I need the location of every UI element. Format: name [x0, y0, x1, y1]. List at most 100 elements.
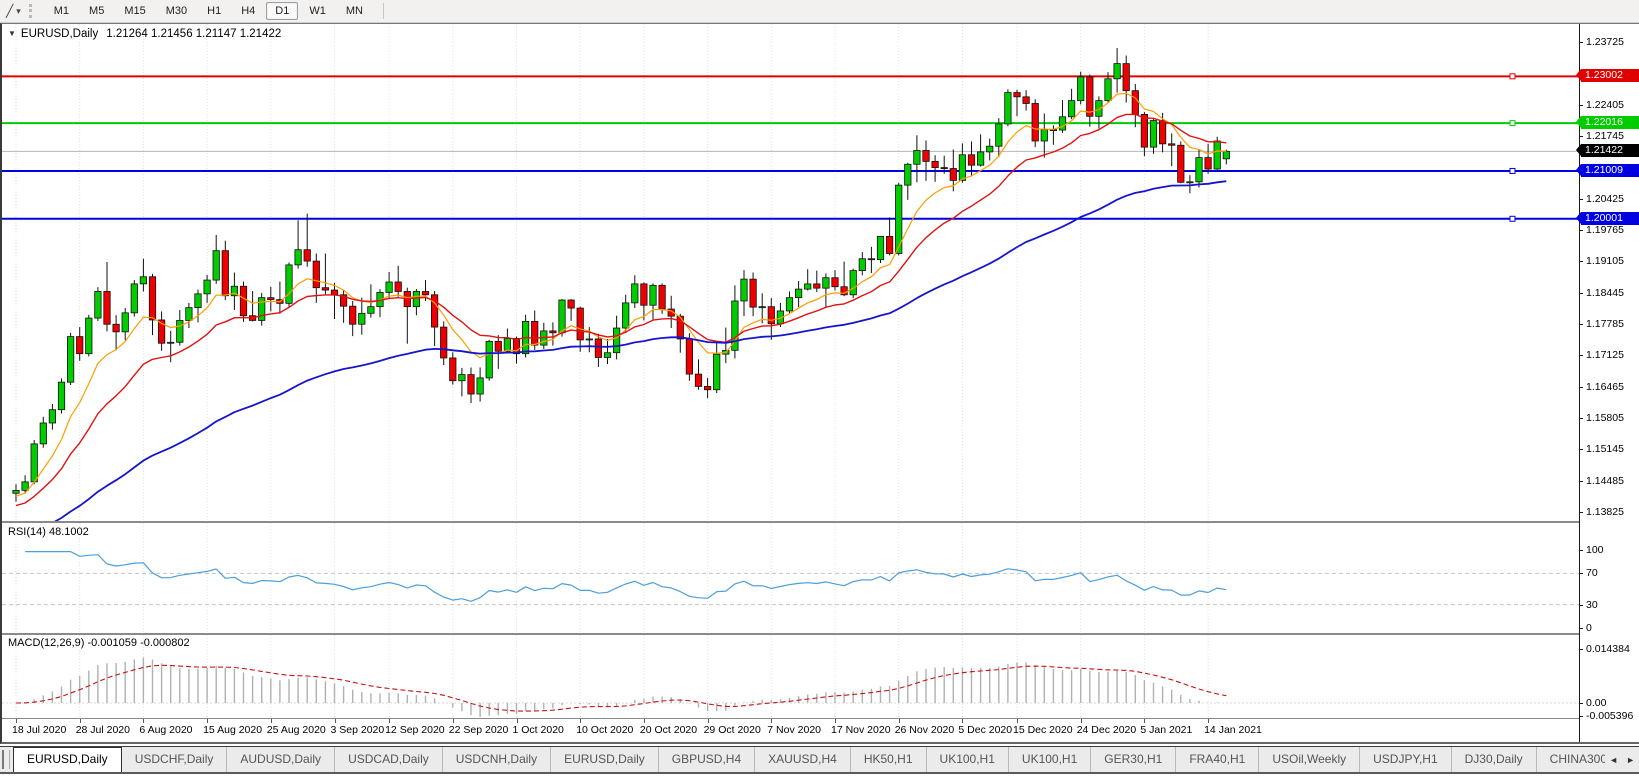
tab-eurusd-daily[interactable]: EURUSD,Daily — [551, 747, 659, 772]
tab-scroll-left-icon[interactable]: ◄ — [1605, 755, 1622, 765]
date-label: 1 Oct 2020 — [513, 724, 564, 736]
date-label: 5 Dec 2020 — [958, 724, 1012, 736]
price-tick — [1579, 355, 1583, 356]
price-tick — [1579, 42, 1583, 43]
tab-eurusd-daily[interactable]: EURUSD,Daily — [13, 747, 122, 772]
date-tick — [16, 719, 17, 723]
macd-indicator-label: MACD(12,26,9) -0.001059 -0.000802 — [8, 637, 190, 649]
date-label: 17 Nov 2020 — [831, 724, 891, 736]
price-tick-label: 1.15805 — [1586, 412, 1624, 424]
date-tick — [80, 719, 81, 723]
price-tick — [1579, 387, 1583, 388]
tab-uk100-h1[interactable]: UK100,H1 — [927, 747, 1009, 772]
rsi-tick-label: 30 — [1586, 599, 1598, 611]
tab-usdjpy-h1[interactable]: USDJPY,H1 — [1360, 747, 1451, 772]
date-label: 25 Aug 2020 — [267, 724, 326, 736]
metatrader-window: ╱ ▾ M1M5M15M30H1H4D1W1MN ▼EURUSD,Daily1.… — [0, 0, 1639, 780]
tab-usdcad-daily[interactable]: USDCAD,Daily — [335, 747, 443, 772]
tab-usdcnh-daily[interactable]: USDCNH,Daily — [443, 747, 551, 772]
date-label: 22 Sep 2020 — [449, 724, 509, 736]
tab-usdchf-daily[interactable]: USDCHF,Daily — [122, 747, 228, 772]
timeframe-M30[interactable]: M30 — [157, 2, 196, 20]
timeframe-M15[interactable]: M15 — [115, 2, 154, 20]
date-label: 14 Jan 2021 — [1204, 724, 1262, 736]
toolbar-separator — [383, 3, 384, 19]
date-tick — [1208, 719, 1209, 723]
chart-title: ▼EURUSD,Daily1.21264 1.21456 1.21147 1.2… — [8, 28, 281, 40]
tab-ger30-h1[interactable]: GER30,H1 — [1091, 747, 1176, 772]
tab-audusd-daily[interactable]: AUDUSD,Daily — [227, 747, 335, 772]
date-tick — [1017, 719, 1018, 723]
timeframe-M1[interactable]: M1 — [45, 2, 78, 20]
macd-panel[interactable] — [2, 635, 1579, 718]
price-tick-label: 1.17785 — [1586, 318, 1624, 330]
date-tick — [389, 719, 390, 723]
price-tick-label: 1.19765 — [1586, 224, 1624, 236]
toolbar-dropdown-icon[interactable]: ▾ — [16, 6, 21, 17]
symbol-tab-bar: EURUSD,DailyUSDCHF,DailyAUDUSD,DailyUSDC… — [0, 746, 1639, 774]
date-tick — [899, 719, 900, 723]
timeframe-W1[interactable]: W1 — [300, 2, 335, 20]
timeframe-H1[interactable]: H1 — [198, 2, 230, 20]
tab-gbpusd-h4[interactable]: GBPUSD,H4 — [659, 747, 755, 772]
rsi-indicator-label: RSI(14) 48.1002 — [8, 526, 89, 538]
timeframe-D1[interactable]: D1 — [266, 2, 298, 20]
date-label: 28 Jul 2020 — [76, 724, 130, 736]
date-label: 3 Sep 2020 — [331, 724, 385, 736]
price-tick-label: 1.21745 — [1586, 130, 1624, 142]
panel-resize-separator[interactable] — [2, 633, 1579, 635]
price-tick-label: 1.20425 — [1586, 193, 1624, 205]
price-tick — [1579, 293, 1583, 294]
date-tick — [453, 719, 454, 723]
date-tick — [708, 719, 709, 723]
price-tick-label: 1.17125 — [1586, 349, 1624, 361]
date-label: 15 Dec 2020 — [1013, 724, 1073, 736]
date-label: 5 Jan 2021 — [1140, 724, 1192, 736]
rsi-tick — [1579, 550, 1583, 551]
price-line-label: 1.23002 — [1581, 69, 1639, 82]
price-tick — [1579, 418, 1583, 419]
price-tick-label: 1.22405 — [1586, 99, 1624, 111]
tab-splitter[interactable] — [2, 750, 10, 769]
tab-xauusd-h4[interactable]: XAUUSD,H4 — [755, 747, 851, 772]
price-tick-label: 1.13825 — [1586, 506, 1624, 518]
rsi-tick-label: 70 — [1586, 567, 1598, 579]
price-tick — [1579, 105, 1583, 106]
macd-tick — [1579, 649, 1583, 650]
date-tick — [835, 719, 836, 723]
timeframe-MN[interactable]: MN — [337, 2, 372, 20]
date-tick — [771, 719, 772, 723]
macd-tick — [1579, 716, 1583, 717]
price-tick — [1579, 136, 1583, 137]
date-label: 12 Sep 2020 — [385, 724, 445, 736]
date-tick — [271, 719, 272, 723]
date-tick — [1081, 719, 1082, 723]
current-price-label: 1.21422 — [1581, 144, 1639, 157]
tab-dj30-daily[interactable]: DJ30,Daily — [1452, 747, 1537, 772]
tab-hk50-h1[interactable]: HK50,H1 — [851, 747, 927, 772]
tab-uk100-h1[interactable]: UK100,H1 — [1009, 747, 1091, 772]
price-tick — [1579, 481, 1583, 482]
rsi-panel[interactable] — [2, 523, 1579, 633]
date-label: 26 Nov 2020 — [895, 724, 955, 736]
timeframe-M5[interactable]: M5 — [80, 2, 113, 20]
date-label: 24 Dec 2020 — [1077, 724, 1137, 736]
collapse-icon[interactable]: ▼ — [8, 29, 16, 38]
date-label: 10 Oct 2020 — [576, 724, 633, 736]
price-tick-label: 1.14485 — [1586, 475, 1624, 487]
date-tick — [335, 719, 336, 723]
tab-china300-h1[interactable]: CHINA300,H1 — [1537, 747, 1606, 772]
tab-usoil-weekly[interactable]: USOil,Weekly — [1259, 747, 1360, 772]
date-tick — [644, 719, 645, 723]
macd-tick-label: 0.014384 — [1586, 643, 1630, 655]
tab-scroll-right-icon[interactable]: ► — [1622, 755, 1639, 765]
date-label: 7 Nov 2020 — [767, 724, 821, 736]
panel-resize-separator[interactable] — [2, 521, 1579, 523]
rsi-tick — [1579, 605, 1583, 606]
chart-ohlc-readout: 1.21264 1.21456 1.21147 1.21422 — [106, 28, 281, 40]
tab-fra40-h1[interactable]: FRA40,H1 — [1176, 747, 1259, 772]
timeframe-H4[interactable]: H4 — [232, 2, 264, 20]
main-chart-panel[interactable] — [2, 24, 1579, 521]
trendline-tool-icon[interactable]: ╱ — [6, 4, 13, 18]
date-label: 29 Oct 2020 — [704, 724, 761, 736]
